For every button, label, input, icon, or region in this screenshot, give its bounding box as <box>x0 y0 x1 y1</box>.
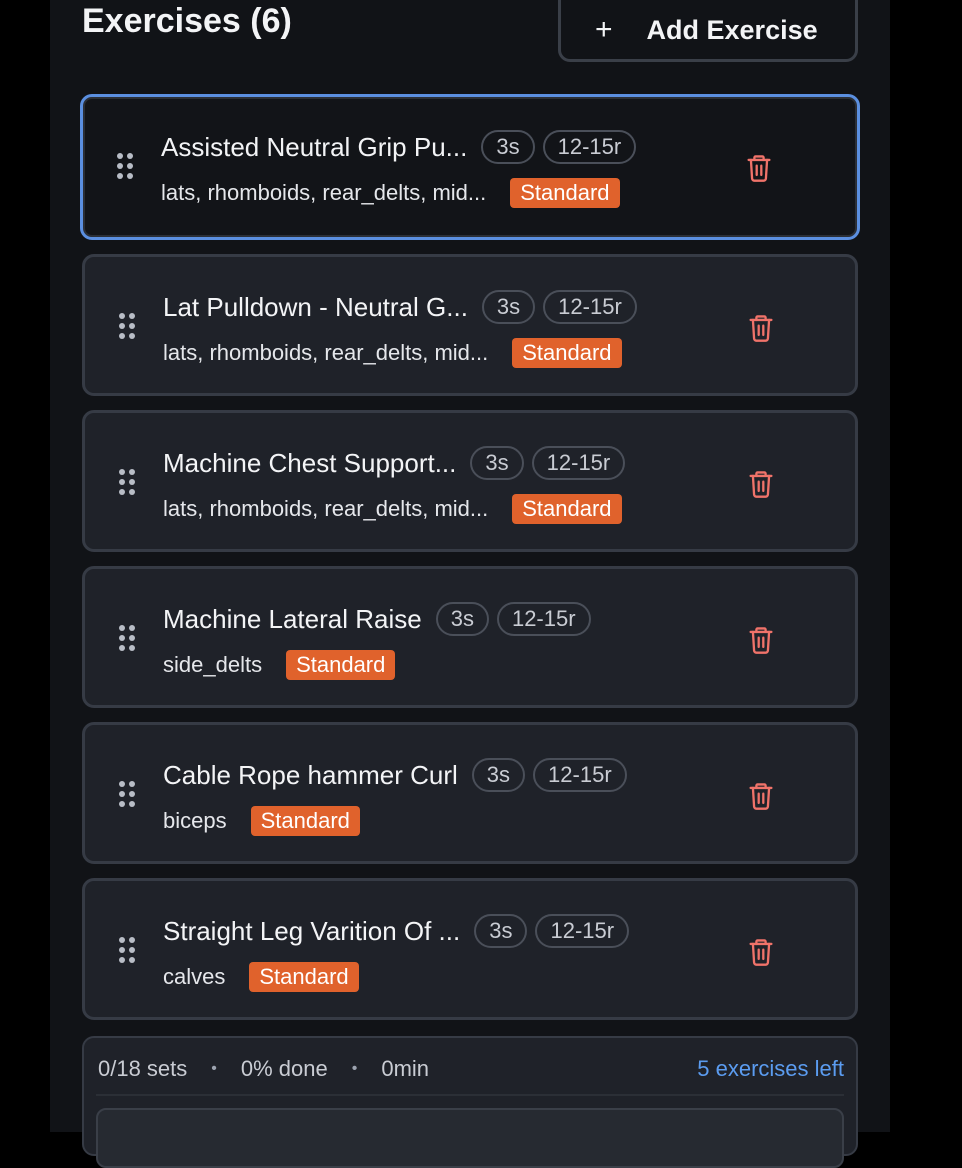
exercise-card[interactable]: Machine Chest Support... 3s 12-15r lats, rh… <box>82 410 858 552</box>
progress-footer: 0/18 sets • 0% done • 0min 5 exercises l… <box>82 1036 858 1168</box>
trash-icon[interactable] <box>747 937 775 967</box>
exercise-type-badge: Standard <box>286 650 396 680</box>
sets-pill: 3s <box>474 914 528 948</box>
drag-handle-icon[interactable] <box>119 313 137 339</box>
exercise-title-row: Machine Lateral Raise 3s 12-15r <box>163 601 599 637</box>
exercise-card[interactable]: Cable Rope hammer Curl 3s 12-15r biceps Stan… <box>82 722 858 864</box>
muscle-groups: biceps <box>163 808 227 833</box>
exercise-type-badge: Standard <box>250 806 360 836</box>
sets-pill: 3s <box>481 290 536 324</box>
exercise-title-row: Lat Pulldown - Neutral G... 3s 12-15r <box>163 289 645 325</box>
exercise-meta-row: lats, rhomboids, rear_delts, mid... Stand… <box>161 177 620 209</box>
drag-handle-icon[interactable] <box>119 469 137 495</box>
drag-handle-icon[interactable] <box>119 625 137 651</box>
elapsed-time: 0min <box>381 1056 430 1081</box>
drag-handle-icon[interactable] <box>117 153 135 179</box>
exercise-title-row: Assisted Neutral Grip Pu... 3s 12-15r <box>161 129 644 165</box>
plus-icon: + <box>595 13 613 46</box>
muscle-groups: side_delts <box>163 652 263 677</box>
trash-icon[interactable] <box>747 625 775 655</box>
muscle-groups: calves <box>163 964 226 989</box>
add-exercise-label: Add Exercise <box>646 14 818 45</box>
exercise-name[interactable]: Machine Chest Support... <box>163 448 456 479</box>
add-exercise-button[interactable]: + Add Exercise <box>558 0 858 62</box>
muscle-groups: lats, rhomboids, rear_delts, mid... <box>161 180 487 205</box>
trash-icon[interactable] <box>745 153 773 183</box>
exercise-meta-row: side_delts Standard <box>163 649 396 681</box>
muscle-groups: lats, rhomboids, rear_delts, mid... <box>163 496 489 521</box>
muscle-groups: lats, rhomboids, rear_delts, mid... <box>163 340 489 365</box>
exercise-type-badge: Standard <box>512 494 622 524</box>
reps-pill: 12-15r <box>535 914 630 948</box>
footer-action-area[interactable] <box>96 1108 844 1168</box>
reps-pill: 12-15r <box>542 130 637 164</box>
exercise-title-row: Straight Leg Varition Of ... 3s 12-15r <box>163 913 637 949</box>
exercise-card[interactable]: Machine Lateral Raise 3s 12-15r side_delts S… <box>82 566 858 708</box>
exercise-name[interactable]: Cable Rope hammer Curl <box>163 760 458 791</box>
sets-count: 0/18 sets <box>98 1056 188 1081</box>
reps-pill: 12-15r <box>533 758 627 792</box>
exercise-meta-row: calves Standard <box>163 961 359 993</box>
exercise-card[interactable]: Lat Pulldown - Neutral G... 3s 12-15r lats,… <box>82 254 858 396</box>
exercise-meta-row: lats, rhomboids, rear_delts, mid... Stand… <box>163 337 622 369</box>
exercise-name[interactable]: Lat Pulldown - Neutral G... <box>163 292 468 323</box>
page-title: Exercises (6) <box>82 2 292 40</box>
drag-handle-icon[interactable] <box>119 937 137 963</box>
exercise-meta-row: lats, rhomboids, rear_delts, mid... Stand… <box>163 493 622 525</box>
exercise-card[interactable]: Assisted Neutral Grip Pu... 3s 12-15r lats,… <box>80 94 860 240</box>
exercise-name[interactable]: Assisted Neutral Grip Pu... <box>161 132 467 163</box>
exercise-card[interactable]: Straight Leg Varition Of ... 3s 12-15r calv… <box>82 878 858 1020</box>
exercise-title-row: Cable Rope hammer Curl 3s 12-15r <box>163 757 635 793</box>
divider <box>96 1094 844 1096</box>
trash-icon[interactable] <box>747 781 775 811</box>
exercise-name[interactable]: Straight Leg Varition Of ... <box>163 916 460 947</box>
exercise-meta-row: biceps Standard <box>163 805 360 837</box>
drag-handle-icon[interactable] <box>119 781 137 807</box>
exercises-left-link[interactable]: 5 exercises left <box>697 1054 844 1084</box>
exercise-name[interactable]: Machine Lateral Raise <box>163 604 422 635</box>
exercise-type-badge: Standard <box>512 338 622 368</box>
reps-pill: 12-15r <box>496 602 591 636</box>
exercise-type-badge: Standard <box>249 962 359 992</box>
exercise-type-badge: Standard <box>510 178 620 208</box>
trash-icon[interactable] <box>747 469 775 499</box>
reps-pill: 12-15r <box>531 446 626 480</box>
exercise-title-row: Machine Chest Support... 3s 12-15r <box>163 445 633 481</box>
sets-pill: 3s <box>481 130 535 164</box>
sets-pill: 3s <box>471 758 526 792</box>
sets-pill: 3s <box>435 602 489 636</box>
reps-pill: 12-15r <box>543 290 637 324</box>
progress-stats: 0/18 sets • 0% done • 0min <box>98 1054 429 1084</box>
separator-dot: • <box>211 1060 217 1077</box>
separator-dot: • <box>351 1060 358 1077</box>
trash-icon[interactable] <box>747 313 775 343</box>
percent-done: 0% done <box>240 1056 328 1081</box>
sets-pill: 3s <box>470 446 524 480</box>
